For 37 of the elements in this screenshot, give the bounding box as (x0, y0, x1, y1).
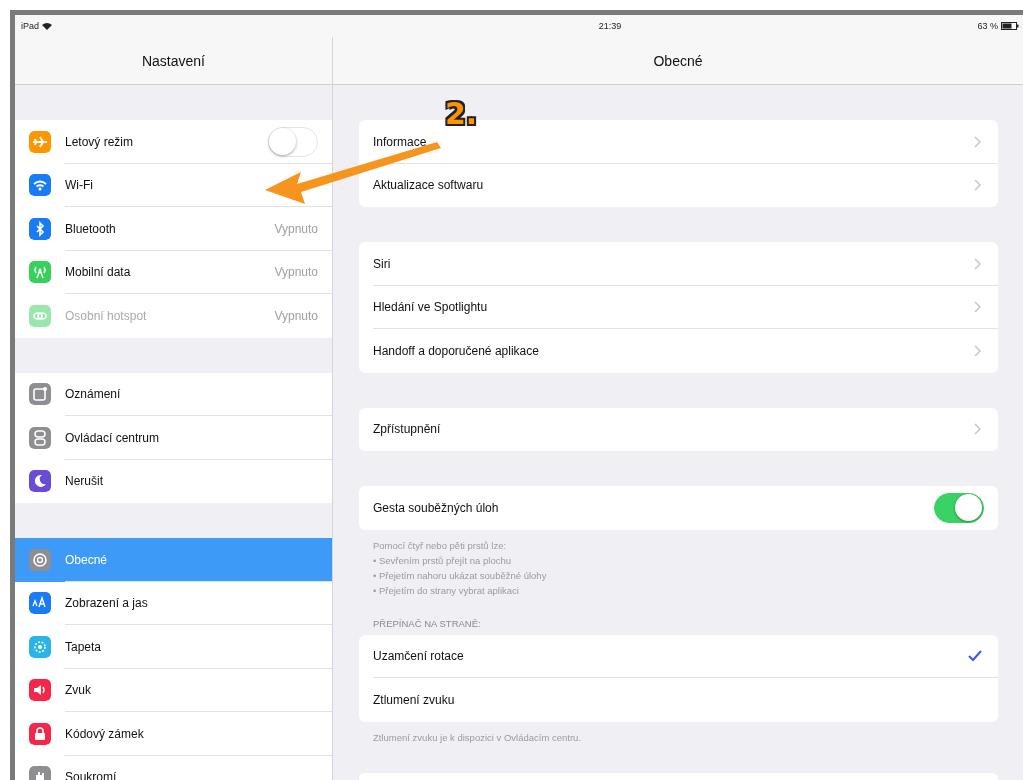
chevron-icon (974, 344, 982, 357)
device-name: iPad (21, 21, 39, 31)
settings-item[interactable]: Wi-Fi (15, 163, 332, 207)
settings-item[interactable]: Kódový zámek (15, 712, 332, 756)
settings-item[interactable]: Tapeta (15, 625, 332, 669)
section-footer: Ztlumení zvuku je k dispozici v Ovládacím centru. (359, 721, 998, 745)
chevron-icon (974, 423, 982, 436)
toggle-switch[interactable] (934, 492, 984, 523)
wifi-signal-icon (42, 22, 52, 30)
settings-row[interactable]: Ztlumení zvuku (359, 678, 998, 722)
status-time: 21:39 (598, 21, 622, 31)
settings-item[interactable]: Mobilní data Vypnuto (15, 250, 332, 294)
settings-item[interactable]: Bluetooth Vypnuto (15, 207, 332, 251)
settings-item[interactable]: Ovládací centrum (15, 416, 332, 460)
settings-row[interactable]: Zpřístupnění (359, 407, 998, 451)
chevron-icon (974, 135, 982, 148)
settings-row[interactable]: Siri (359, 242, 998, 286)
page-title: Obecné (653, 52, 703, 69)
settings-row[interactable]: Handoff a doporučené aplikace (359, 329, 998, 373)
battery-icon (1001, 22, 1019, 30)
settings-item[interactable]: Zobrazení a jas (15, 581, 332, 625)
annotation-label: 2. (445, 96, 478, 131)
battery-percent: 63 % (977, 21, 998, 31)
sidebar-title: Nastavení (141, 52, 205, 69)
settings-item[interactable]: Letový režim (15, 120, 332, 164)
settings-item[interactable]: Zvuk (15, 668, 332, 712)
settings-item[interactable]: Nerušit (15, 459, 332, 503)
chevron-icon (974, 179, 982, 192)
settings-row[interactable]: Gesta souběžných úloh (359, 486, 998, 530)
section-header: PŘEPÍNAČ NA STRANĚ: (372, 616, 482, 629)
section-footer: Pomocí čtyř nebo pěti prstů lze: • Sevřením prstů přejít na plochu • Přejetím nahoru ukázat souběžné úlohy • Přejetím do strany vybrat aplikaci (359, 529, 998, 598)
settings-row[interactable]: Uzamčení rotace (359, 634, 998, 678)
settings-row[interactable]: Hledání ve Spotlightu (359, 285, 998, 329)
chevron-icon (974, 301, 982, 314)
settings-row[interactable]: Aktualizace softwaru (359, 163, 998, 207)
chevron-icon (974, 257, 982, 270)
settings-item[interactable]: Oznámení (15, 372, 332, 416)
